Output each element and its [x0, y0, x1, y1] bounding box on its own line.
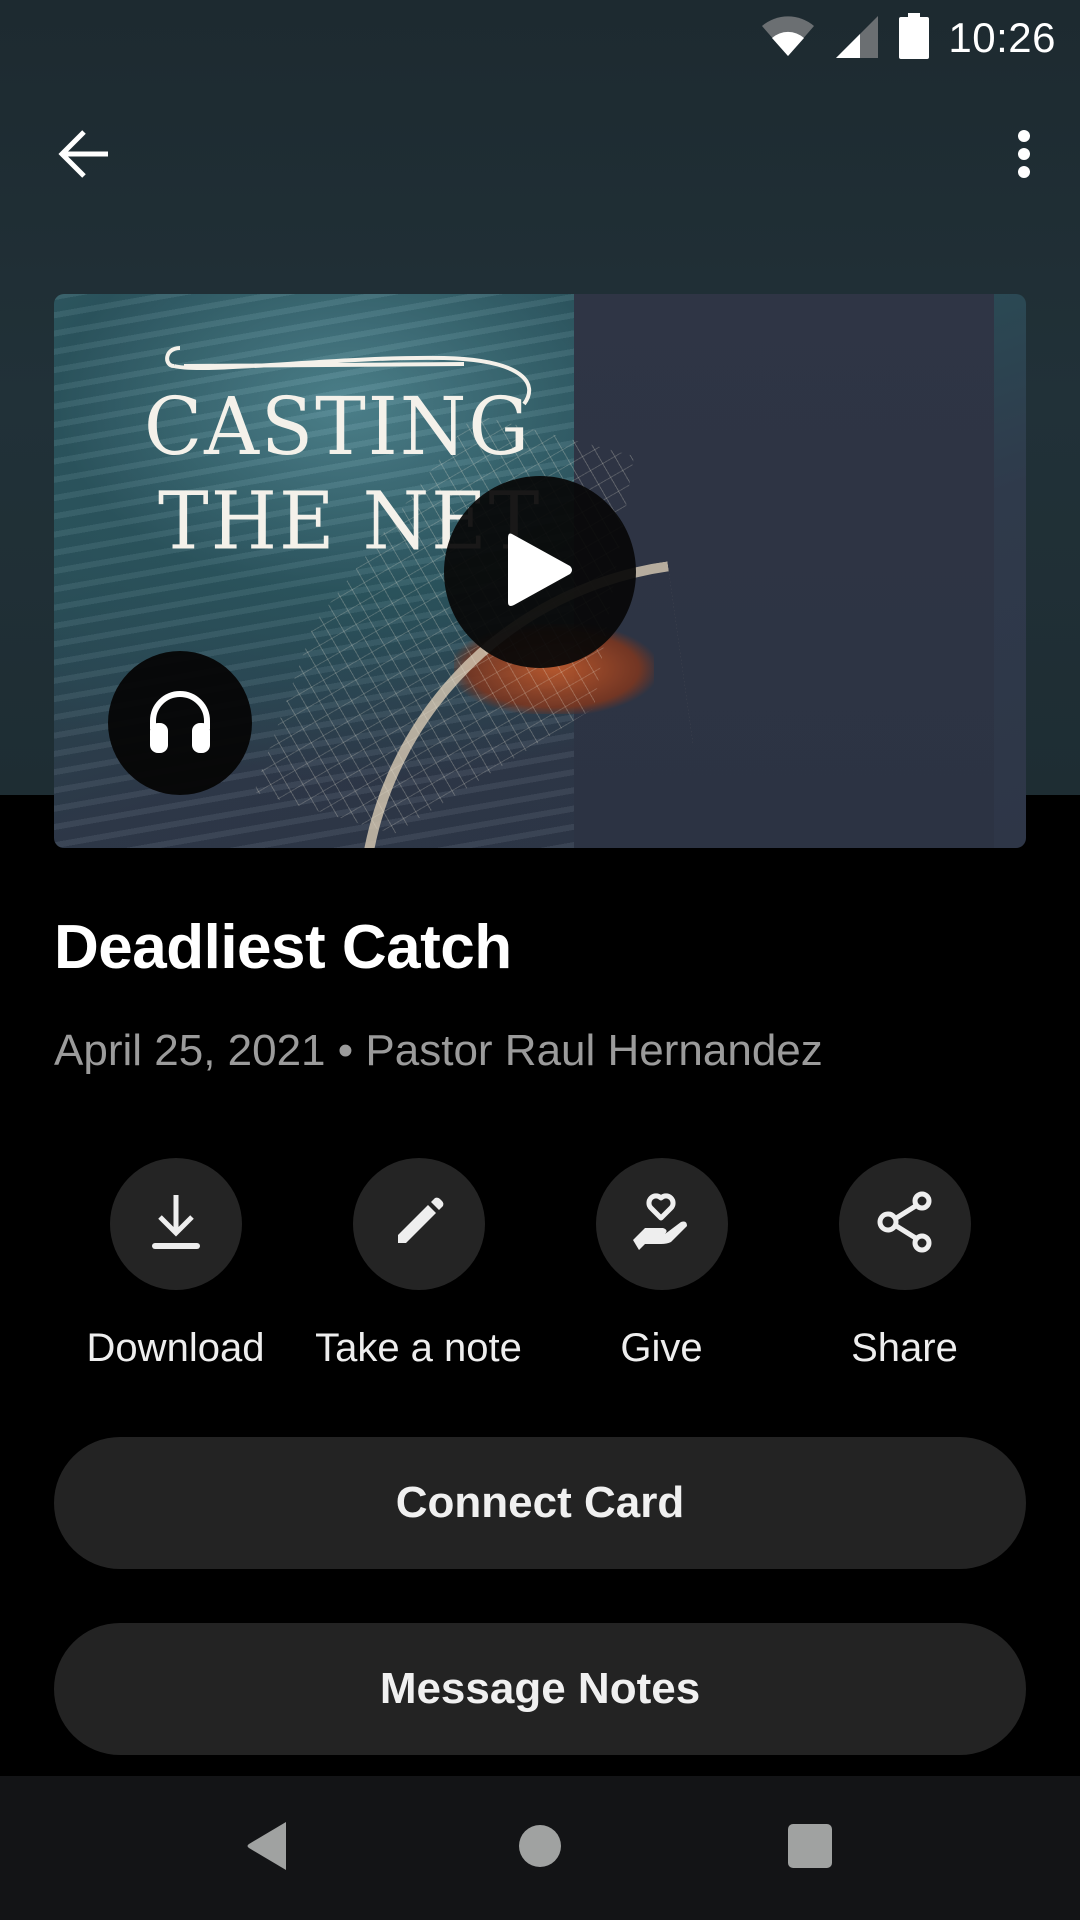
headphones-icon: [147, 689, 213, 758]
meta-separator: •: [337, 1026, 354, 1075]
share-icon: [876, 1191, 934, 1258]
take-note-action[interactable]: Take a note: [297, 1158, 540, 1371]
artwork-title-line1: CASTING: [144, 379, 532, 473]
status-bar: 10:26: [0, 0, 1080, 76]
give-label: Give: [620, 1326, 703, 1370]
sermon-speaker: Pastor Raul Hernandez: [365, 1026, 823, 1075]
sermon-title: Deadliest Catch: [54, 913, 512, 982]
wifi-icon: [760, 15, 816, 61]
audio-button[interactable]: [108, 651, 252, 795]
status-time: 10:26: [948, 14, 1056, 61]
give-action[interactable]: Give: [540, 1158, 783, 1371]
share-action[interactable]: Share: [783, 1158, 1026, 1371]
sermon-meta: April 25, 2021 • Pastor Raul Hernandez: [54, 1026, 823, 1076]
give-button[interactable]: [595, 1158, 728, 1290]
back-triangle-icon: [246, 1821, 290, 1876]
more-vertical-icon: [1016, 129, 1032, 184]
home-circle-icon: [518, 1824, 562, 1873]
download-action[interactable]: Download: [54, 1158, 297, 1371]
download-label: Download: [86, 1326, 265, 1370]
system-nav-bar: [0, 1776, 1080, 1920]
cellular-signal-icon: [834, 14, 880, 63]
play-button[interactable]: [444, 476, 636, 668]
message-notes-button[interactable]: Message Notes: [54, 1623, 1026, 1755]
nav-recents-button[interactable]: [740, 1776, 880, 1920]
back-button[interactable]: [44, 120, 124, 192]
pencil-icon: [394, 1197, 444, 1252]
arrow-back-icon: [58, 129, 110, 183]
connect-card-button[interactable]: Connect Card: [54, 1437, 1026, 1569]
recents-square-icon: [787, 1823, 833, 1874]
share-button[interactable]: [838, 1158, 971, 1290]
sermon-date: April 25, 2021: [54, 1026, 326, 1075]
nav-home-button[interactable]: [470, 1776, 610, 1920]
hand-heart-icon: [631, 1192, 693, 1257]
toolbar: [0, 110, 1080, 202]
play-icon: [506, 530, 574, 615]
more-options-button[interactable]: [988, 120, 1060, 192]
share-label: Share: [851, 1326, 958, 1370]
take-note-label: Take a note: [315, 1326, 522, 1370]
battery-icon: [898, 12, 930, 64]
download-button[interactable]: [109, 1158, 242, 1290]
download-icon: [150, 1193, 202, 1256]
action-row: Download Take a note Give Share: [54, 1158, 1026, 1378]
nav-back-button[interactable]: [198, 1776, 338, 1920]
take-note-button[interactable]: [352, 1158, 485, 1290]
